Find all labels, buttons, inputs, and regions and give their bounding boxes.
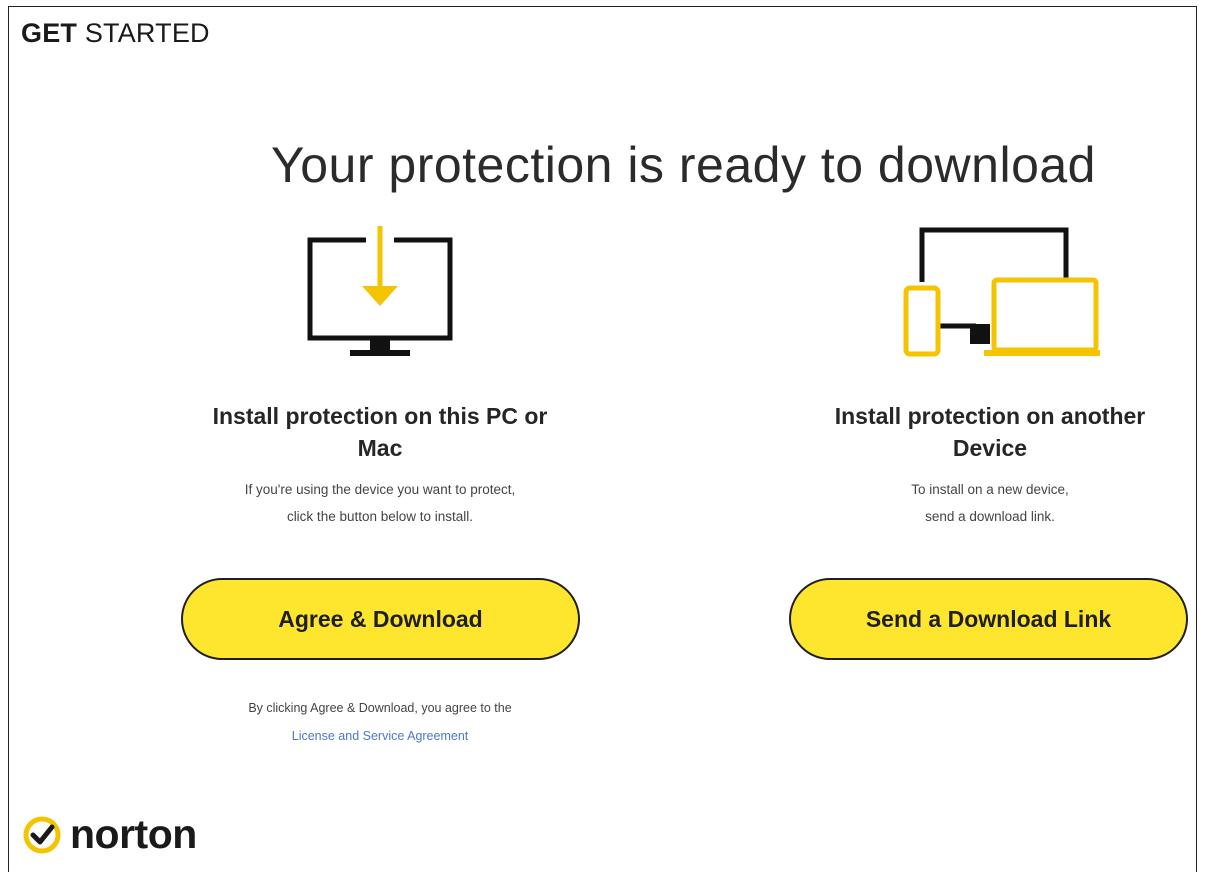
- install-another-device-description: To install on a new device, send a downl…: [911, 482, 1069, 524]
- agree-download-button[interactable]: Agree & Download: [181, 578, 580, 660]
- install-another-device-title: Install protection on another Device: [834, 403, 1146, 461]
- install-this-device-title: Install protection on this PC or Mac: [212, 403, 548, 461]
- install-this-device-description: If you're using the device you want to p…: [244, 482, 516, 524]
- norton-logo: norton: [22, 814, 197, 855]
- page-title: GET STARTED: [21, 18, 210, 48]
- norton-check-icon: [23, 816, 61, 853]
- install-another-device-card: Install protection on another Device To …: [780, 220, 1200, 530]
- norton-wordmark: norton: [70, 811, 197, 857]
- install-this-device-card: Install protection on this PC or Mac If …: [170, 220, 590, 530]
- license-agreement-link[interactable]: License and Service Agreement: [292, 729, 469, 743]
- headline: Your protection is ready to download: [270, 137, 1096, 193]
- multi-device-icon: [903, 227, 1100, 357]
- send-download-link-button[interactable]: Send a Download Link: [789, 578, 1188, 660]
- legal-notice: By clicking Agree & Download, you agree …: [248, 701, 512, 743]
- monitor-download-icon: [307, 226, 453, 356]
